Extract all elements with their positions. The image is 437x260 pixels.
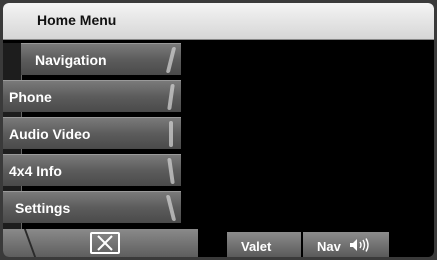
footer-divider <box>23 229 37 257</box>
menu-item-label: Settings <box>15 200 71 216</box>
home-menu-screen: Home Menu Navigation Phone Audio Video 4… <box>3 3 434 257</box>
menu-item-settings[interactable]: Settings <box>3 191 181 223</box>
menu-item-4x4-info[interactable]: 4x4 Info <box>3 154 181 186</box>
menu-item-edge <box>165 195 177 221</box>
page-title: Home Menu <box>37 12 117 28</box>
menu-item-navigation[interactable]: Navigation <box>21 43 181 75</box>
footer-left-panel <box>3 229 198 257</box>
menu-item-edge <box>169 121 173 147</box>
menu-item-edge <box>167 84 175 110</box>
menu-item-audio-video[interactable]: Audio Video <box>3 117 181 149</box>
menu-item-phone[interactable]: Phone <box>3 80 181 112</box>
header-bar: Home Menu <box>3 3 434 40</box>
close-icon <box>97 235 113 251</box>
valet-button[interactable]: Valet <box>227 232 301 257</box>
menu-item-label: Audio Video <box>9 126 91 142</box>
close-button[interactable] <box>90 232 120 254</box>
menu-item-label: Navigation <box>35 52 107 68</box>
menu-item-label: 4x4 Info <box>9 163 62 179</box>
speaker-icon <box>350 238 369 252</box>
footer-bar: Valet Nav <box>3 229 434 257</box>
menu-item-edge <box>167 158 175 184</box>
valet-label: Valet <box>241 239 272 254</box>
nav-audio-button[interactable]: Nav <box>303 232 389 257</box>
nav-label: Nav <box>317 239 341 254</box>
menu-item-label: Phone <box>9 89 52 105</box>
menu-item-edge <box>165 47 177 73</box>
home-menu-list: Navigation Phone Audio Video 4x4 Info Se… <box>3 43 193 229</box>
